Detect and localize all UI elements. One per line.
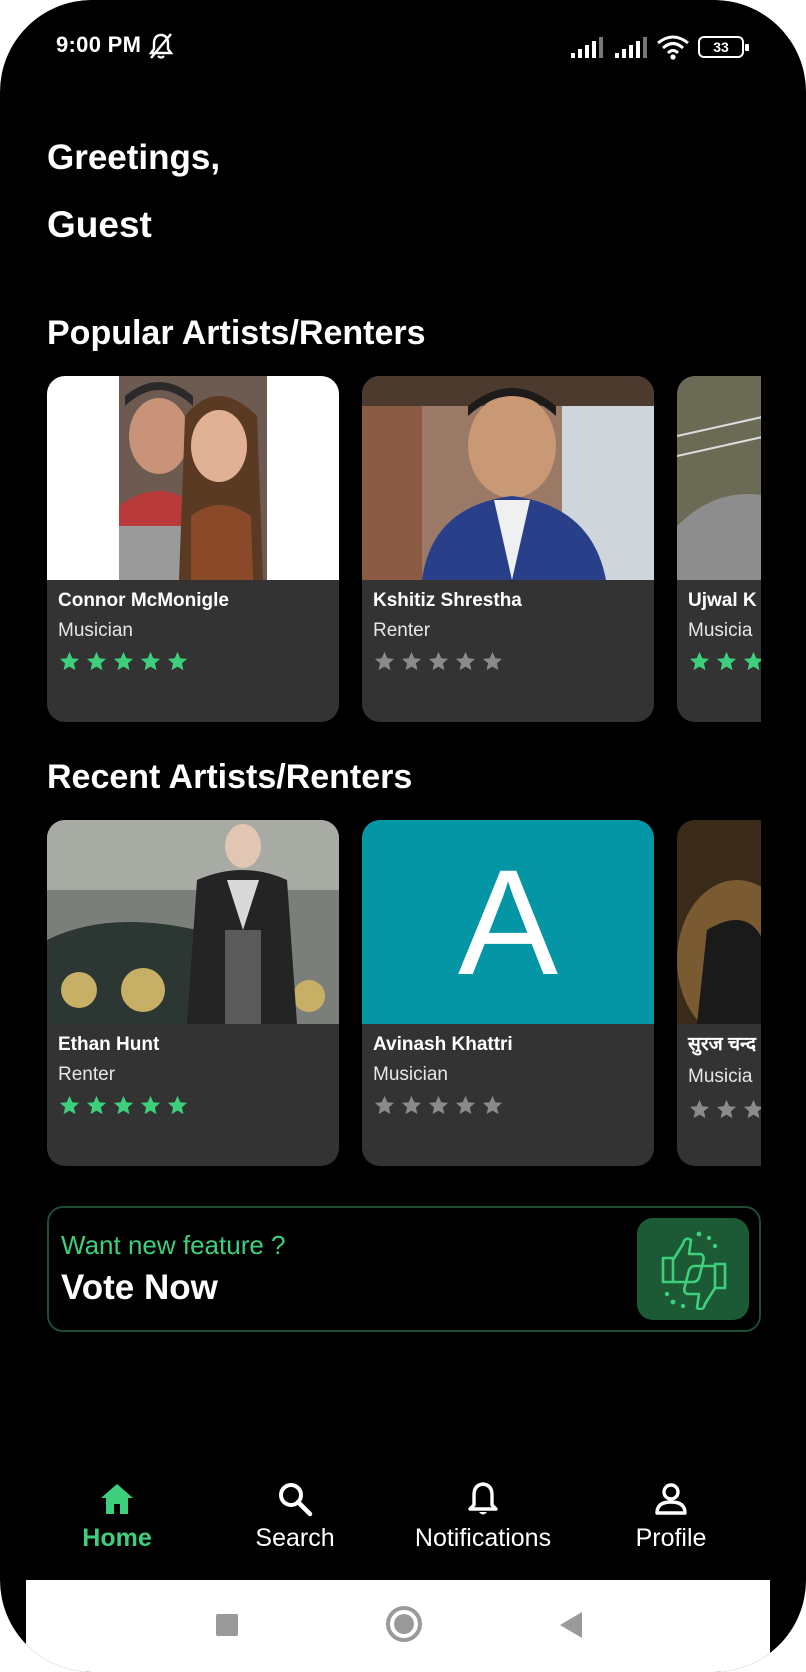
back-button[interactable] xyxy=(560,1612,582,1638)
status-bar: 9:00 PM 33 xyxy=(4,30,800,66)
nav-profile[interactable]: Profile xyxy=(576,1480,766,1580)
status-time: 9:00 PM xyxy=(56,32,142,57)
artist-name: Ujwal K xyxy=(688,590,757,611)
side-button xyxy=(0,462,6,568)
avatar-placeholder: A xyxy=(362,820,654,1024)
artist-photo xyxy=(47,376,339,580)
wifi-icon xyxy=(657,35,689,60)
side-button xyxy=(800,365,806,545)
artist-card[interactable]: A Avinash Khattri Musician xyxy=(362,820,654,1166)
star-icon xyxy=(86,651,107,671)
star-icon xyxy=(482,1095,503,1115)
nav-profile-label: Profile xyxy=(635,1524,707,1552)
artist-photo xyxy=(362,376,654,580)
star-icon xyxy=(743,1099,761,1119)
search-icon xyxy=(279,1483,313,1517)
recent-section-title: Recent Artists/Renters xyxy=(47,758,413,796)
artist-name: Ethan Hunt xyxy=(58,1034,160,1055)
artist-name: Connor McMonigle xyxy=(58,590,229,611)
artist-photo xyxy=(677,376,761,580)
nav-home[interactable]: Home xyxy=(22,1480,212,1580)
signal-icon xyxy=(615,37,647,58)
avatar-letter: A xyxy=(457,838,559,1006)
artist-card[interactable]: Ethan Hunt Renter xyxy=(47,820,339,1166)
system-navigation-bar xyxy=(26,1580,770,1672)
recent-carousel[interactable]: Ethan Hunt Renter A Avinash Khattri Musi… xyxy=(47,820,761,1168)
star-icon xyxy=(428,1095,449,1115)
bell-off-icon xyxy=(148,33,174,59)
battery-icon: 33 xyxy=(698,36,749,58)
star-icon xyxy=(140,1095,161,1115)
thumbs-vote-icon xyxy=(661,1231,727,1310)
artist-name: Kshitiz Shrestha xyxy=(373,590,522,611)
artist-name: Avinash Khattri xyxy=(373,1034,513,1055)
rating-stars xyxy=(688,1098,761,1121)
star-icon xyxy=(743,651,761,671)
star-icon xyxy=(59,651,80,671)
nav-notifications[interactable]: Notifications xyxy=(388,1480,578,1580)
star-icon xyxy=(374,1095,395,1115)
star-icon xyxy=(113,651,134,671)
artist-role: Renter xyxy=(373,620,431,641)
rating-stars xyxy=(58,1094,189,1117)
star-icon xyxy=(374,651,395,671)
artist-card[interactable]: Connor McMonigle Musician xyxy=(47,376,339,722)
star-icon xyxy=(428,651,449,671)
star-icon xyxy=(59,1095,80,1115)
star-icon xyxy=(455,651,476,671)
rating-stars xyxy=(58,650,189,673)
artist-photo xyxy=(47,820,339,1024)
vote-button[interactable] xyxy=(637,1218,749,1320)
artist-card[interactable]: सुरज चन्द Musicia xyxy=(677,820,761,1166)
vote-title: Vote Now xyxy=(61,1268,218,1307)
star-icon xyxy=(689,1099,710,1119)
nav-home-label: Home xyxy=(82,1524,152,1552)
artist-name: सुरज चन्द xyxy=(688,1034,757,1055)
star-icon xyxy=(167,651,188,671)
battery-level: 33 xyxy=(713,39,729,55)
artist-photo xyxy=(677,820,761,1024)
recents-button[interactable] xyxy=(216,1614,238,1636)
person-icon xyxy=(655,1483,687,1515)
phone-frame: 9:00 PM 33 Greetings, Guest Popular Arti… xyxy=(0,0,806,1672)
star-icon xyxy=(401,1095,422,1115)
star-icon xyxy=(167,1095,188,1115)
user-name: Guest xyxy=(47,204,152,245)
app-screen: 9:00 PM 33 Greetings, Guest Popular Arti… xyxy=(4,0,800,1672)
side-button xyxy=(0,318,6,426)
vote-subtitle: Want new feature ? xyxy=(61,1230,286,1260)
star-icon xyxy=(113,1095,134,1115)
bottom-navigation: Home Search Notifications Profile xyxy=(4,1480,800,1580)
artist-role: Renter xyxy=(58,1064,116,1085)
signal-icon xyxy=(571,37,603,58)
side-button xyxy=(0,205,6,267)
artist-role: Musician xyxy=(373,1064,448,1085)
home-icon xyxy=(101,1484,133,1514)
system-home-button[interactable] xyxy=(386,1606,422,1642)
vote-banner[interactable]: Want new feature ? Vote Now xyxy=(47,1206,761,1332)
rating-stars xyxy=(688,650,761,673)
rating-stars xyxy=(373,650,504,673)
star-icon xyxy=(689,651,710,671)
star-icon xyxy=(716,651,737,671)
artist-role: Musicia xyxy=(688,1066,753,1087)
star-icon xyxy=(86,1095,107,1115)
popular-carousel[interactable]: Connor McMonigle Musician Kshitiz Shrest… xyxy=(47,376,761,724)
nav-notifications-label: Notifications xyxy=(414,1524,552,1552)
star-icon xyxy=(455,1095,476,1115)
star-icon xyxy=(401,651,422,671)
nav-search-label: Search xyxy=(255,1524,335,1552)
star-icon xyxy=(140,651,161,671)
rating-stars xyxy=(373,1094,504,1117)
popular-section-title: Popular Artists/Renters xyxy=(47,314,426,352)
artist-card[interactable]: Ujwal K Musicia xyxy=(677,376,761,722)
star-icon xyxy=(716,1099,737,1119)
greeting-line: Greetings, xyxy=(47,138,221,177)
artist-role: Musician xyxy=(58,620,133,641)
nav-search[interactable]: Search xyxy=(200,1480,390,1580)
star-icon xyxy=(482,651,503,671)
bell-icon xyxy=(468,1482,498,1515)
artist-role: Musicia xyxy=(688,620,753,641)
artist-card[interactable]: Kshitiz Shrestha Renter xyxy=(362,376,654,722)
